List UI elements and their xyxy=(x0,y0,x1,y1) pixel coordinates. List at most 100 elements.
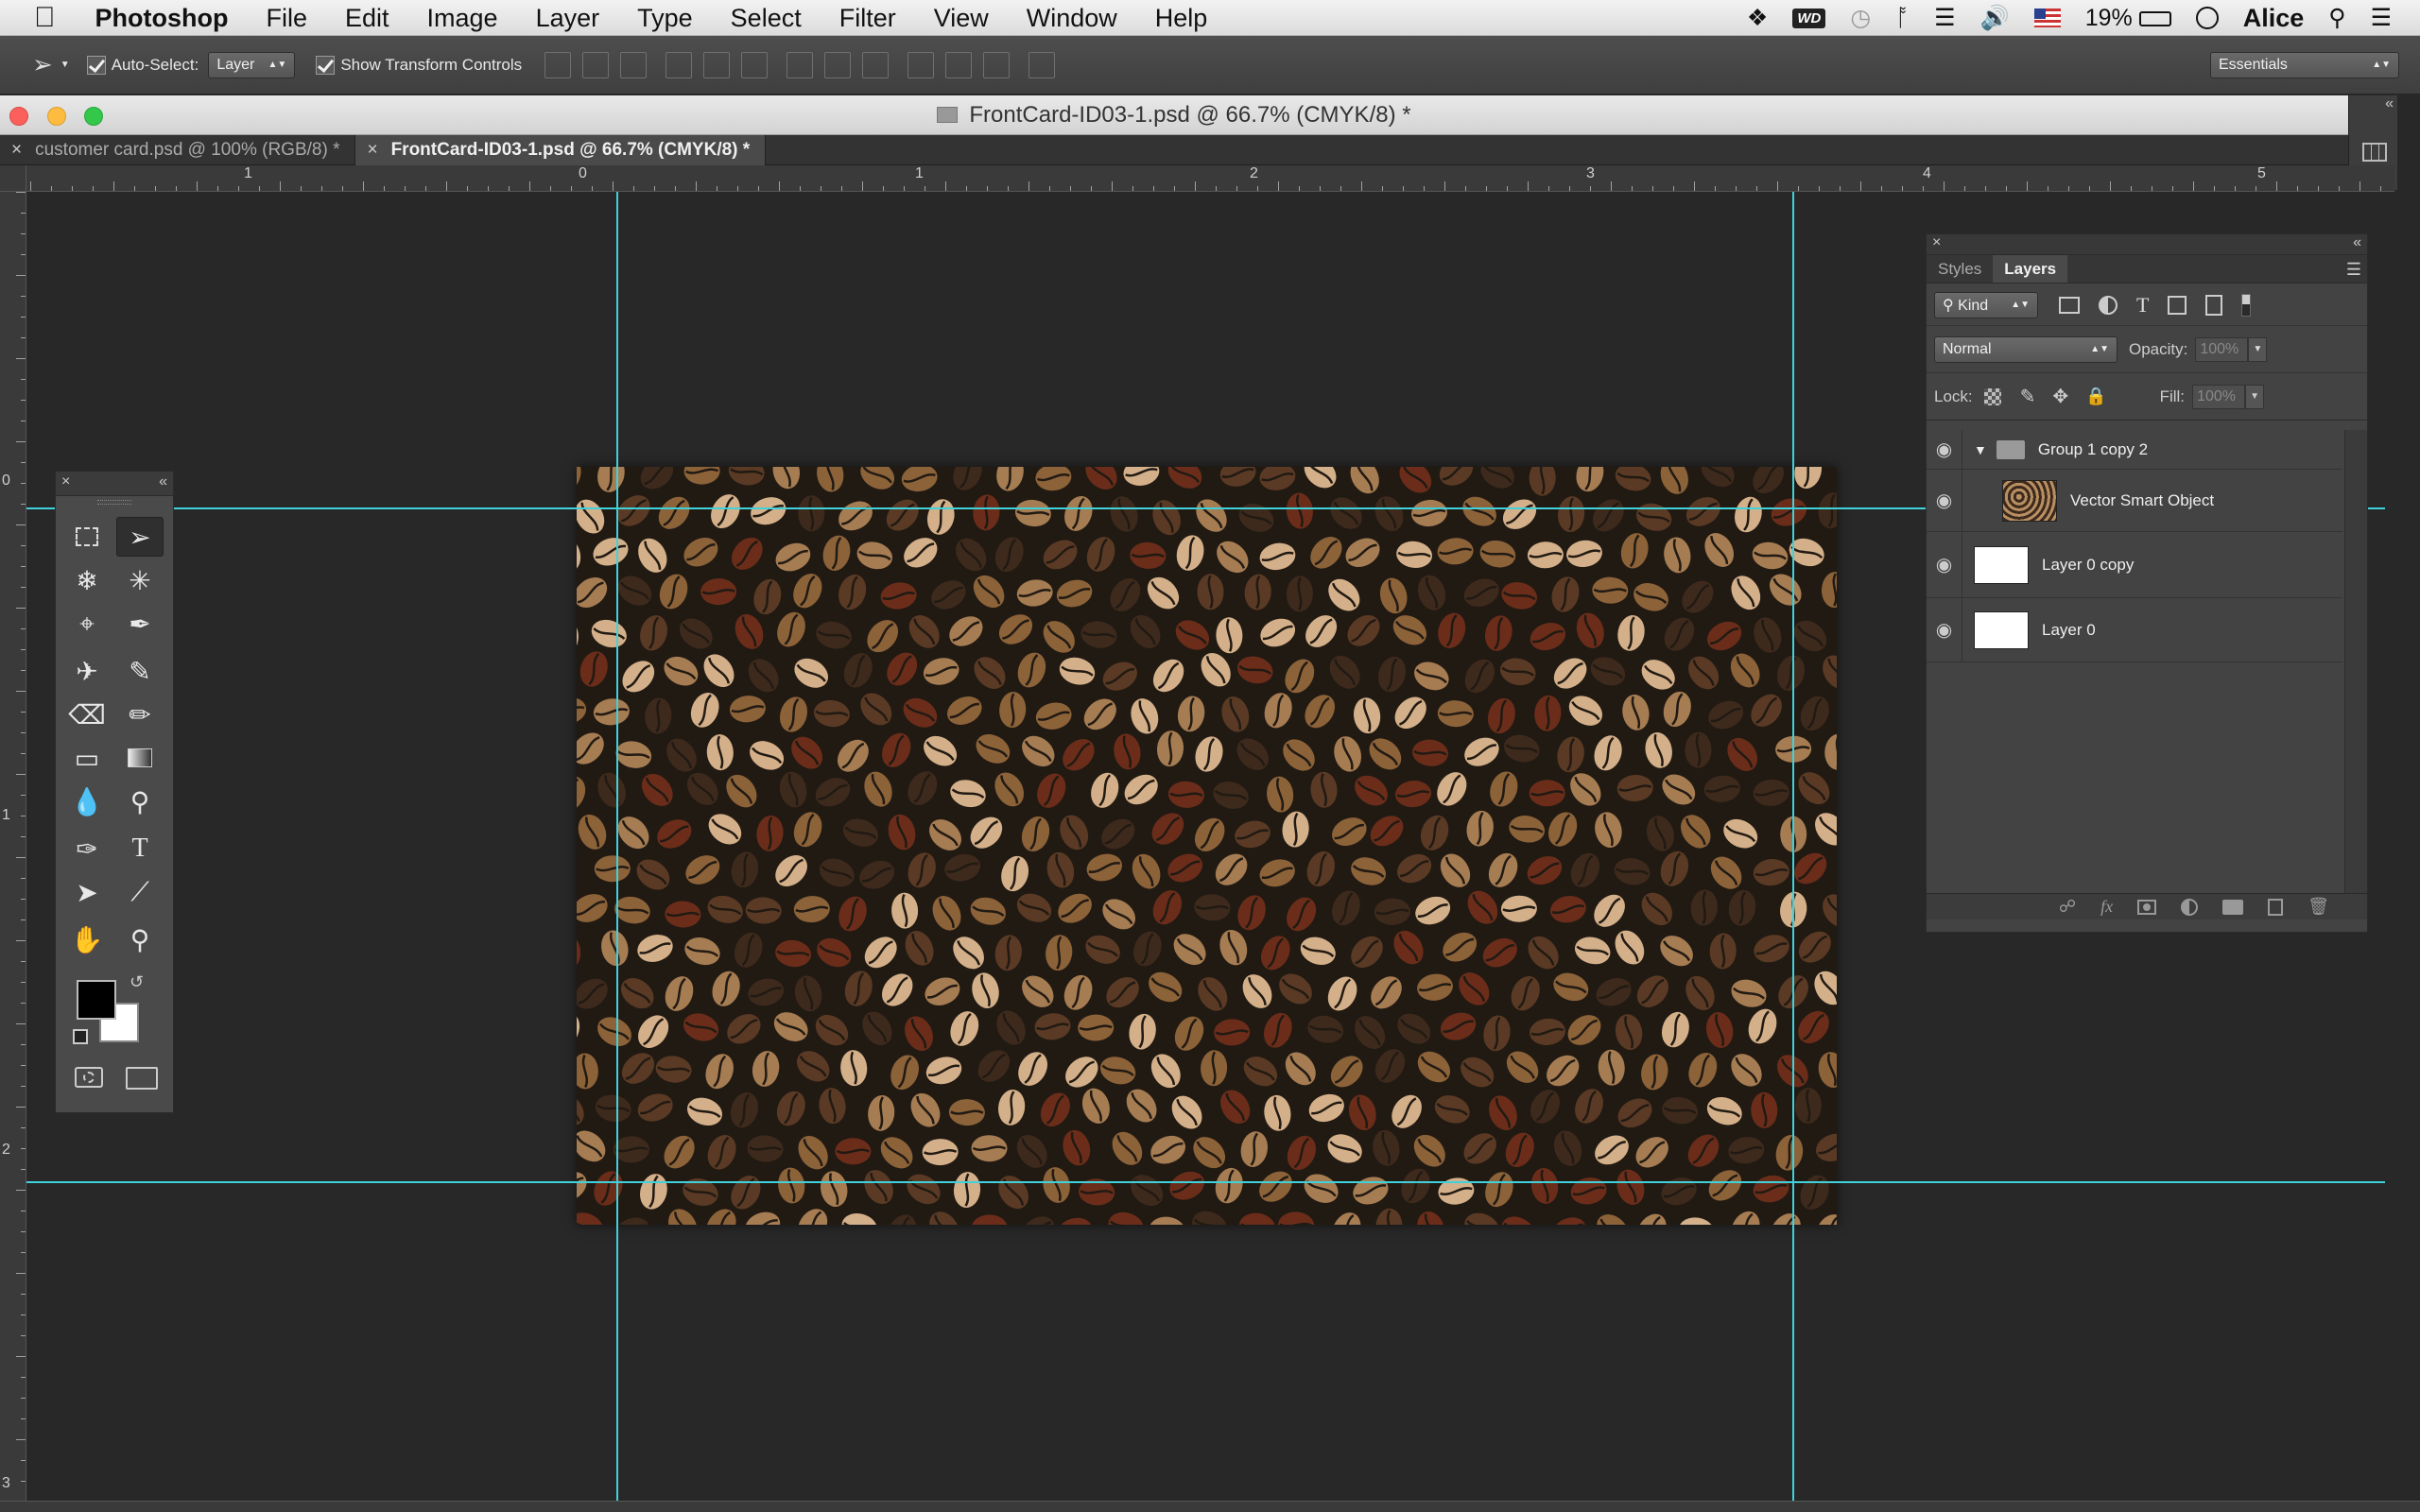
tab-customer-card[interactable]: × customer card.psd @ 100% (RGB/8) * xyxy=(0,135,356,165)
spotlight-icon[interactable]: ⚲ xyxy=(2328,4,2345,32)
auto-align-icon[interactable] xyxy=(1028,51,1056,78)
transform-controls-checkbox[interactable] xyxy=(316,55,336,75)
fill-field[interactable]: 100% xyxy=(2192,384,2246,409)
align-vcenter-icon[interactable] xyxy=(582,51,610,78)
fill-dropdown-button[interactable]: ▼ xyxy=(2245,384,2265,409)
menu-view[interactable]: View xyxy=(915,0,1008,36)
layer-row[interactable]: ◉ Layer 0 xyxy=(1927,598,2342,662)
layers-scrollbar[interactable] xyxy=(2344,430,2367,893)
blur-tool-icon[interactable]: 💧 xyxy=(63,782,111,821)
gradient-tool-icon[interactable] xyxy=(116,738,164,778)
tools-panel-header[interactable]: × « xyxy=(56,472,173,496)
menu-edit[interactable]: Edit xyxy=(326,0,408,36)
lock-transparency-icon[interactable] xyxy=(1983,387,2001,405)
opacity-dropdown-button[interactable]: ▼ xyxy=(2248,336,2268,362)
app-menu[interactable]: Photoshop xyxy=(77,0,248,36)
ruler-origin[interactable] xyxy=(0,165,26,192)
distribute-bottom-icon[interactable] xyxy=(862,51,890,78)
align-hcenter-icon[interactable] xyxy=(703,51,731,78)
crop-tool-icon[interactable]: ⌖ xyxy=(63,604,111,644)
close-panel-icon[interactable]: × xyxy=(61,473,70,490)
auto-select-checkbox[interactable] xyxy=(86,55,106,75)
swap-colors-icon[interactable]: ↺ xyxy=(130,972,144,992)
filter-shape-icon[interactable] xyxy=(2168,295,2187,315)
align-bottom-icon[interactable] xyxy=(620,51,648,78)
filter-smart-object-icon[interactable] xyxy=(2205,294,2223,316)
distribute-top-icon[interactable] xyxy=(786,51,814,78)
menu-help[interactable]: Help xyxy=(1136,0,1227,36)
volume-icon[interactable]: 🔊 xyxy=(1980,5,2010,32)
close-window-button[interactable] xyxy=(9,107,28,126)
zoom-tool-icon[interactable]: ⚲ xyxy=(116,919,164,959)
workspace-dropdown[interactable]: Essentials ▲▼ xyxy=(2210,51,2399,78)
vertical-ruler[interactable]: 0 1 2 3 xyxy=(0,192,26,1512)
battery-status[interactable]: 19% xyxy=(2085,5,2171,32)
delete-layer-icon[interactable]: 🗑 xyxy=(2308,897,2329,917)
notification-center-icon[interactable]: ☰ xyxy=(2371,4,2392,32)
wd-icon[interactable]: WD xyxy=(1792,8,1826,28)
menu-type[interactable]: Type xyxy=(618,0,712,36)
align-left-icon[interactable] xyxy=(666,51,693,78)
menu-layer[interactable]: Layer xyxy=(517,0,619,36)
collapse-panel-icon[interactable]: « xyxy=(159,473,167,490)
align-right-icon[interactable] xyxy=(741,51,769,78)
default-colors-icon[interactable] xyxy=(73,1029,88,1044)
marquee-tool-icon[interactable] xyxy=(63,517,111,557)
menu-image[interactable]: Image xyxy=(408,0,517,36)
align-top-icon[interactable] xyxy=(544,51,572,78)
flag-icon[interactable] xyxy=(2033,9,2061,27)
auto-select-dropdown[interactable]: Layer ▲▼ xyxy=(208,51,296,78)
apple-icon[interactable]:  xyxy=(0,0,77,36)
clock-icon[interactable] xyxy=(2195,7,2219,29)
eye-icon[interactable]: ◉ xyxy=(1927,532,1962,597)
clone-stamp-tool-icon[interactable]: ⌫ xyxy=(63,695,111,734)
blend-mode-dropdown[interactable]: Normal ▲▼ xyxy=(1934,335,2118,363)
lock-position-icon[interactable]: ✥ xyxy=(2052,385,2068,408)
close-panel-icon[interactable]: × xyxy=(1932,234,1941,251)
type-tool-icon[interactable]: T xyxy=(116,829,164,868)
eye-icon[interactable]: ◉ xyxy=(1927,598,1962,662)
lasso-tool-icon[interactable]: ❄ xyxy=(63,560,111,600)
link-layers-icon[interactable]: ☍ xyxy=(2059,897,2076,917)
panel-menu-icon[interactable]: ☰ xyxy=(2346,255,2361,283)
document-canvas[interactable] xyxy=(577,467,1837,1225)
screen-mode-icon[interactable] xyxy=(126,1067,158,1090)
dodge-tool-icon[interactable]: ⚲ xyxy=(116,782,164,821)
menu-window[interactable]: Window xyxy=(1008,0,1136,36)
guide-horizontal-bottom[interactable] xyxy=(26,1181,2385,1183)
layer-row[interactable]: ◉ Vector Smart Object xyxy=(1927,470,2342,532)
healing-brush-tool-icon[interactable]: ✈ xyxy=(63,651,111,691)
dropbox-icon[interactable]: ❖ xyxy=(1747,4,1768,32)
tab-layers[interactable]: Layers xyxy=(1993,255,2068,283)
pen-tool-icon[interactable]: ✑ xyxy=(63,829,111,868)
opacity-field[interactable]: 100% xyxy=(2195,336,2249,362)
distribute-hcenter-icon[interactable] xyxy=(945,51,973,78)
guide-vertical-right[interactable] xyxy=(1792,192,1794,1501)
distribute-right-icon[interactable] xyxy=(983,51,1011,78)
line-tool-icon[interactable]: ⟋ xyxy=(116,872,164,912)
minimize-window-button[interactable] xyxy=(47,107,66,126)
history-brush-tool-icon[interactable]: ✏ xyxy=(116,695,164,734)
quick-mask-icon[interactable] xyxy=(75,1067,103,1088)
close-tab-icon[interactable]: × xyxy=(367,140,377,161)
hand-tool-icon[interactable]: ✋ xyxy=(63,919,111,959)
layer-mask-icon[interactable] xyxy=(2137,899,2157,915)
filter-type-icon[interactable]: T xyxy=(2136,293,2149,318)
disclosure-triangle-icon[interactable]: ▼ xyxy=(1974,442,1987,457)
eye-icon[interactable]: ◉ xyxy=(1927,430,1962,469)
zoom-window-button[interactable] xyxy=(84,107,103,126)
distribute-vcenter-icon[interactable] xyxy=(824,51,852,78)
new-layer-icon[interactable] xyxy=(2268,898,2284,916)
filter-adjustment-icon[interactable] xyxy=(2099,295,2118,315)
fx-icon[interactable]: fx xyxy=(2100,897,2113,917)
guide-vertical-left[interactable] xyxy=(616,192,618,1501)
time-machine-icon[interactable]: ◷ xyxy=(1850,4,1871,32)
move-tool-preset-icon[interactable]: ➢ xyxy=(32,50,53,79)
eyedropper-tool-icon[interactable]: ✒ xyxy=(116,604,164,644)
collapse-dock-icon[interactable]: « xyxy=(2385,95,2394,112)
distribute-left-icon[interactable] xyxy=(908,51,935,78)
tab-styles[interactable]: Styles xyxy=(1927,255,1993,283)
move-tool-icon[interactable]: ➢ xyxy=(116,517,164,557)
lock-pixels-icon[interactable]: ✎ xyxy=(2020,385,2036,408)
brush-tool-icon[interactable]: ✎ xyxy=(116,651,164,691)
